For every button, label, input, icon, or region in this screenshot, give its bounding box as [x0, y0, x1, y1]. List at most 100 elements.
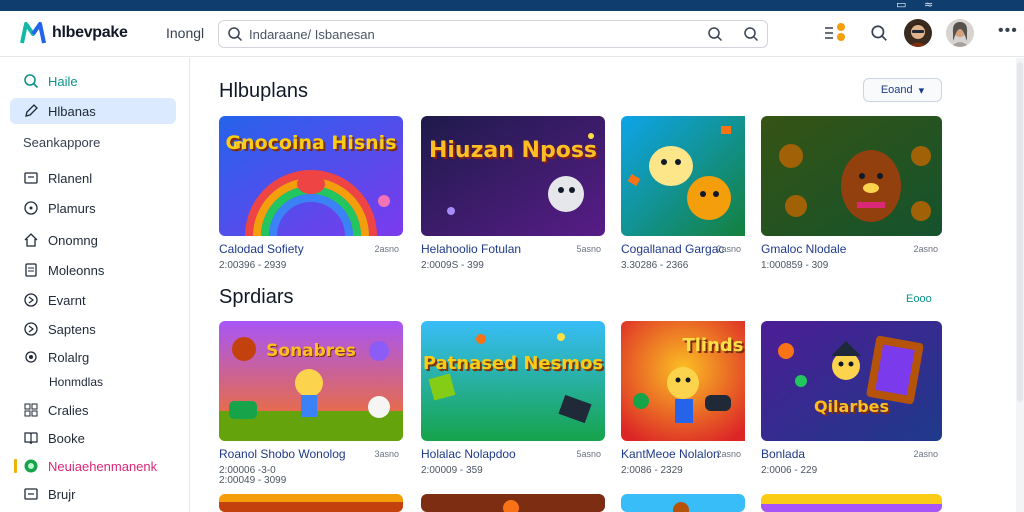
card-size: 2asno [716, 244, 741, 254]
sidebar-item-label: Haile [48, 73, 78, 89]
sidebar-item-1[interactable]: Rlanenl [10, 165, 176, 191]
game-card[interactable] [421, 494, 605, 512]
thumbnail-art-text: Sonabres [266, 341, 356, 361]
wifi-icon[interactable]: ≈ [924, 0, 933, 11]
app-name: hlbevpake [52, 24, 128, 41]
chevron-circle-icon [22, 320, 40, 338]
game-thumbnail: Hiuzan Nposs [421, 116, 605, 236]
sort-dropdown[interactable]: Eoand ▾ [863, 78, 942, 102]
app-logo-icon[interactable] [20, 21, 46, 45]
game-card[interactable]: Gmaloc Nlodale 2asno 1:000859 - 309 [761, 116, 945, 271]
search-icon[interactable] [866, 20, 892, 46]
sidebar-item-label: Cralies [48, 402, 89, 418]
app-header: hlbevpake Inongl Indaraane/ Isbanesan ••… [0, 11, 1024, 57]
card-meta: 2:0006 - 229 [761, 465, 818, 476]
thumbnail-art-text: Hiuzan Nposs [428, 138, 598, 163]
game-thumbnail: Gnocoina Hisnis [219, 116, 403, 236]
card-title[interactable]: Calodad Sofiety [219, 242, 304, 256]
sidebar-item-3[interactable]: Onomng [10, 227, 176, 253]
game-thumbnail [421, 494, 605, 512]
sidebar-item-2[interactable]: Plamurs [10, 195, 176, 221]
card-title[interactable]: Cogallanad Gargac [621, 242, 724, 256]
scrollbar-thumb[interactable] [1017, 62, 1023, 402]
sidebar: Haile Hlbanas Seankappore Rlanenl Plamur… [0, 58, 190, 512]
section-title: Hlbuplans [219, 80, 308, 102]
circle-badge-icon [22, 457, 40, 475]
sidebar-item-6[interactable]: Saptens [10, 316, 176, 342]
card-size: 2asno [913, 244, 938, 254]
card-title[interactable]: Holalac Nolapdoo [421, 447, 516, 461]
sidebar-item-label: Brujr [48, 486, 76, 502]
sidebar-item-11[interactable]: Brujr [10, 481, 176, 507]
card-title[interactable]: KantMeoe Nolalon [621, 447, 720, 461]
card-size: 2asno [913, 449, 938, 459]
notifications-icon[interactable] [822, 20, 848, 46]
card-meta: 1:000859 - 309 [761, 260, 829, 271]
game-card[interactable]: Qilarbes Bonlada 2asno 2:0006 - 229 [761, 321, 945, 476]
card-size: 3asno [374, 449, 399, 459]
thumbnail-art-text: Gnocoina Hisnis [225, 132, 397, 154]
thumbnail-art-text: Qilarbes [813, 397, 890, 416]
game-card[interactable]: Sonabres Roanol Shobo Wonolog 3asno 2:00… [219, 321, 403, 486]
nav-link[interactable]: Inongl [166, 25, 204, 41]
game-card[interactable] [219, 494, 403, 512]
game-thumbnail [219, 494, 403, 512]
avatar[interactable] [946, 19, 974, 47]
card-size: 5asno [576, 449, 601, 459]
sidebar-item-8[interactable]: Cralies [10, 397, 176, 423]
avatar[interactable] [904, 19, 932, 47]
game-thumbnail: Qilarbes [761, 321, 942, 441]
card-meta: 2:0009S - 399 [421, 260, 484, 271]
game-card[interactable]: Hiuzan Nposs Helahoolio Fotulan 5asno 2:… [421, 116, 605, 271]
sidebar-item-home[interactable]: Haile [10, 68, 176, 94]
card-size: 2asno [716, 449, 741, 459]
card-title[interactable]: Helahoolio Fotulan [421, 242, 521, 256]
book-icon [22, 429, 40, 447]
search-input[interactable] [249, 25, 689, 43]
game-thumbnail [621, 494, 745, 512]
game-card[interactable]: Patnased Nesmos Holalac Nolapdoo 5asno 2… [421, 321, 605, 476]
game-card[interactable]: Gnocoina Hisnis Calodad Sofiety 2asno 2:… [219, 116, 403, 271]
game-thumbnail [761, 494, 942, 512]
card-meta: 2:00396 - 2939 [219, 260, 287, 271]
scrollbar[interactable] [1016, 58, 1024, 512]
game-thumbnail [761, 116, 942, 236]
search-bar[interactable] [218, 20, 768, 48]
sidebar-item-label: Onomng [48, 232, 98, 248]
sidebar-item-active[interactable]: Hlbanas [10, 98, 176, 124]
thumbnail-art-text: Patnased Nesmos [422, 353, 604, 374]
card-title[interactable]: Roanol Shobo Wonolog [219, 447, 346, 461]
sidebar-sub-label[interactable]: Honmdlas [49, 375, 103, 389]
more-menu-button[interactable]: ••• [998, 22, 1018, 40]
card-title[interactable]: Gmaloc Nlodale [761, 242, 846, 256]
window-icon[interactable]: ▭ [896, 0, 906, 11]
search-submit-icon[interactable] [707, 26, 723, 42]
sidebar-item-label: Booke [48, 430, 85, 446]
sidebar-item-7[interactable]: Rolalrg [10, 344, 176, 370]
sidebar-item-label: Hlbanas [48, 103, 96, 119]
sidebar-section-label: Seankappore [23, 135, 101, 150]
grid-icon [22, 401, 40, 419]
sidebar-item-5[interactable]: Evarnt [10, 287, 176, 313]
sort-dropdown-label: Eoand [880, 84, 913, 96]
sidebar-item-label: Evarnt [48, 292, 86, 308]
sidebar-item-label: Plamurs [48, 200, 96, 216]
edit-icon [22, 102, 40, 120]
main-content: Hlbuplans Eoand ▾ Gnocoina Hisnis Caloda… [191, 58, 1024, 512]
system-top-strip: ▭ ≈ [0, 0, 1024, 11]
sidebar-item-9[interactable]: Booke [10, 425, 176, 451]
advanced-search-icon[interactable] [743, 26, 759, 42]
archive-icon [22, 485, 40, 503]
card-meta-secondary: 2:00049 - 3099 [219, 475, 287, 486]
section-title: Sprdiars [219, 286, 294, 308]
game-card[interactable] [761, 494, 945, 512]
search-icon [228, 27, 243, 42]
see-more-link[interactable]: Eooo [906, 293, 932, 305]
sidebar-item-label: Moleonns [48, 262, 105, 278]
card-title[interactable]: Bonlada [761, 447, 805, 461]
sidebar-item-4[interactable]: Moleonns [10, 257, 176, 283]
sidebar-item-10[interactable]: Neuiaehenmanenk [10, 453, 176, 479]
sidebar-item-label: Rolalrg [48, 349, 90, 365]
card-size: 5asno [576, 244, 601, 254]
dot-icon [22, 348, 40, 366]
